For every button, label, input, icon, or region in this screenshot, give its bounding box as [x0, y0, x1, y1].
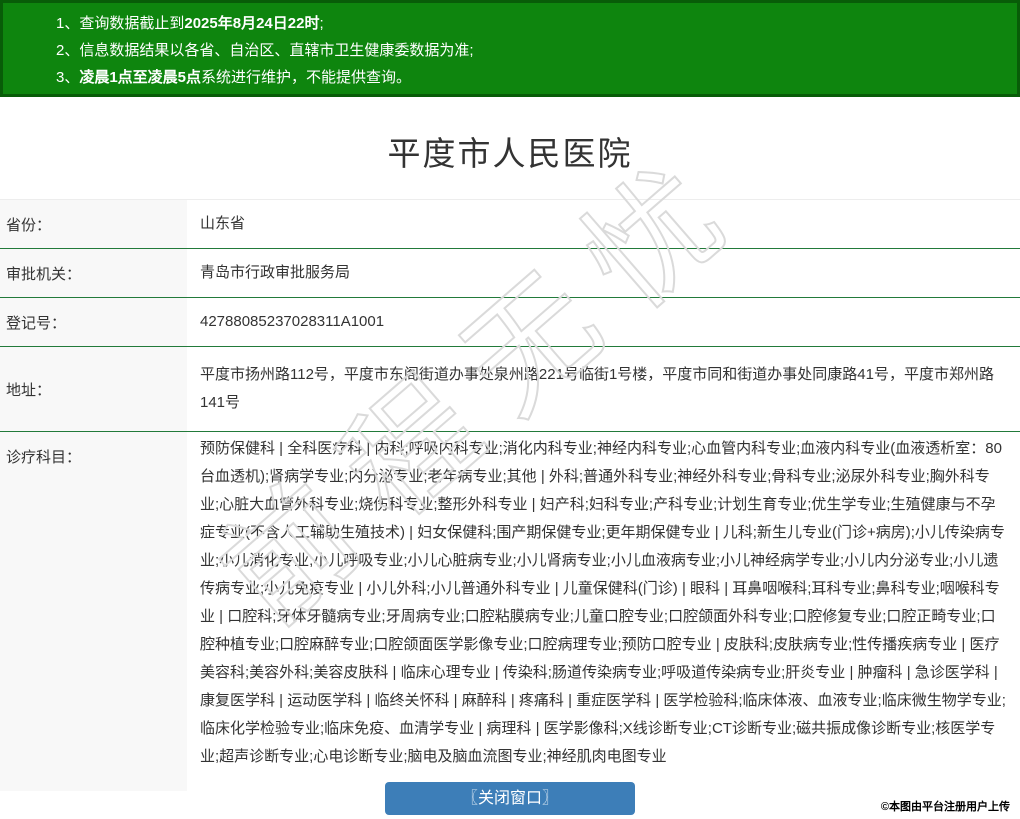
row-value: 42788085237028311A1001 — [200, 313, 385, 330]
notice-line-3: 3、凌晨1点至凌晨5点系统进行维护，不能提供查询。 — [56, 64, 1007, 91]
row-label: 审批机关： — [0, 249, 187, 297]
notice-number: 1、 — [56, 15, 80, 32]
hospital-info-table: 省份： 山东省 审批机关： 青岛市行政审批服务局 登记号： 4278808523… — [0, 199, 1020, 791]
query-result-page: 1、查询数据截止到2025年8月24日22时; 2、信息数据结果以各省、自治区、… — [0, 0, 1020, 819]
footer-bar: 〖关闭窗口〗 ©本图由平台注册用户上传 — [0, 782, 1020, 819]
row-label: 登记号： — [0, 298, 187, 346]
notice-text-bold: 凌晨1点至凌晨5点 — [79, 69, 202, 86]
notice-text-bold: 2025年8月24日22时 — [184, 15, 320, 32]
close-window-button[interactable]: 〖关闭窗口〗 — [385, 782, 635, 815]
notice-header: 1、查询数据截止到2025年8月24日22时; 2、信息数据结果以各省、自治区、… — [0, 0, 1020, 97]
notice-text: 查询数据截止到 — [79, 15, 185, 32]
notice-text: 信息数据结果以各省、自治区、直辖市卫生健康委数据为准; — [79, 42, 474, 59]
notice-line-2: 2、信息数据结果以各省、自治区、直辖市卫生健康委数据为准; — [56, 37, 1007, 64]
row-label: 诊疗科目： — [0, 432, 187, 791]
row-value: 青岛市行政审批服务局 — [200, 264, 351, 281]
notice-number: 2、 — [56, 42, 80, 59]
row-value: 山东省 — [200, 215, 246, 232]
notice-text: ; — [319, 15, 324, 32]
table-row-province: 省份： 山东省 — [0, 200, 1020, 249]
notice-text: 系统进行维护，不能提供查询。 — [201, 69, 412, 86]
row-value: 预防保健科 | 全科医疗科 | 内科;呼吸内科专业;消化内科专业;神经内科专业;… — [200, 440, 1006, 765]
notice-line-1: 1、查询数据截止到2025年8月24日22时; — [56, 10, 1007, 37]
table-row-approval-authority: 审批机关： 青岛市行政审批服务局 — [0, 249, 1020, 298]
table-row-medical-subjects: 诊疗科目： 预防保健科 | 全科医疗科 | 内科;呼吸内科专业;消化内科专业;神… — [0, 432, 1020, 791]
table-row-address: 地址： 平度市扬州路112号，平度市东阁街道办事处泉州路221号临街1号楼，平度… — [0, 347, 1020, 432]
row-label: 地址： — [0, 347, 187, 431]
page-title: 平度市人民医院 — [387, 135, 633, 172]
row-value: 平度市扬州路112号，平度市东阁街道办事处泉州路221号临街1号楼，平度市同和街… — [200, 366, 994, 411]
copyright-note: ©本图由平台注册用户上传 — [880, 801, 1010, 813]
table-row-registration-number: 登记号： 42788085237028311A1001 — [0, 298, 1020, 347]
row-label: 省份： — [0, 200, 187, 248]
notice-number: 3、 — [56, 69, 80, 86]
